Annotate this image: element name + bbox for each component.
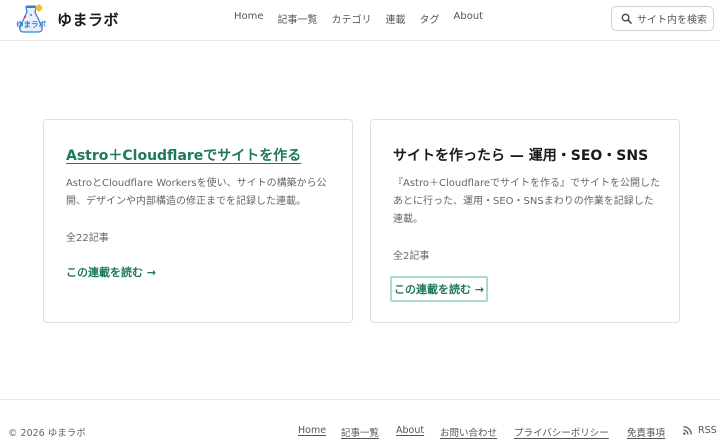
nav-item-tags[interactable]: タグ: [420, 11, 440, 26]
rss-link[interactable]: RSS: [683, 425, 717, 436]
footer-link-home[interactable]: Home: [298, 425, 326, 436]
search-placeholder: サイト内を検索: [637, 15, 707, 26]
series-description: 『Astro＋Cloudflareでサイトを作る』でサイトを公開したあとに行った…: [393, 178, 661, 225]
series-description: AstroとCloudflare Workersを使い、サイトの構築から公開、デ…: [66, 178, 327, 207]
series-card: Astro＋Cloudflareでサイトを作る AstroとCloudflare…: [43, 119, 353, 323]
series-title[interactable]: サイトを作ったら — 運用・SEO・SNS: [393, 145, 648, 165]
site-footer: © 2026 ゆまラボ Home 記事一覧 About お問い合わせ プライバシ…: [0, 399, 720, 444]
site-logo[interactable]: ゆまラボ: [14, 3, 48, 37]
read-series-link[interactable]: この連載を読む →: [66, 264, 156, 280]
footer-link-privacy[interactable]: プライバシーポリシー: [514, 425, 609, 439]
read-series-link[interactable]: この連載を読む →: [390, 276, 489, 302]
main-nav: Home 記事一覧 カテゴリ 連載 タグ About: [234, 11, 497, 26]
nav-item-home[interactable]: Home: [234, 11, 264, 26]
series-article-count: 全22記事: [66, 233, 109, 244]
footer-link-contact[interactable]: お問い合わせ: [440, 425, 497, 439]
search-box[interactable]: サイト内を検索: [611, 6, 714, 31]
logo-text: ゆまラボ: [16, 19, 46, 29]
nav-item-categories[interactable]: カテゴリ: [332, 11, 372, 26]
footer-link-articles[interactable]: 記事一覧: [341, 425, 379, 439]
series-card: サイトを作ったら — 運用・SEO・SNS 『Astro＋Cloudflareで…: [370, 119, 680, 323]
nav-item-articles[interactable]: 記事一覧: [278, 11, 318, 26]
copyright: © 2026 ゆまラボ: [8, 428, 86, 439]
nav-item-about[interactable]: About: [454, 11, 484, 26]
nav-item-series[interactable]: 連載: [386, 11, 406, 26]
series-title-link[interactable]: Astro＋Cloudflareでサイトを作る: [66, 145, 301, 165]
site-name[interactable]: ゆまラボ: [57, 9, 119, 30]
site-header: ゆまラボ ゆまラボ Home 記事一覧 カテゴリ 連載 タグ About サイト…: [0, 0, 720, 41]
search-icon: [621, 13, 632, 24]
rss-label: RSS: [698, 425, 717, 436]
series-article-count: 全2記事: [393, 251, 430, 262]
footer-link-about[interactable]: About: [396, 425, 424, 436]
footer-link-disclaimer[interactable]: 免責事項: [627, 425, 665, 439]
rss-icon: [683, 426, 692, 435]
